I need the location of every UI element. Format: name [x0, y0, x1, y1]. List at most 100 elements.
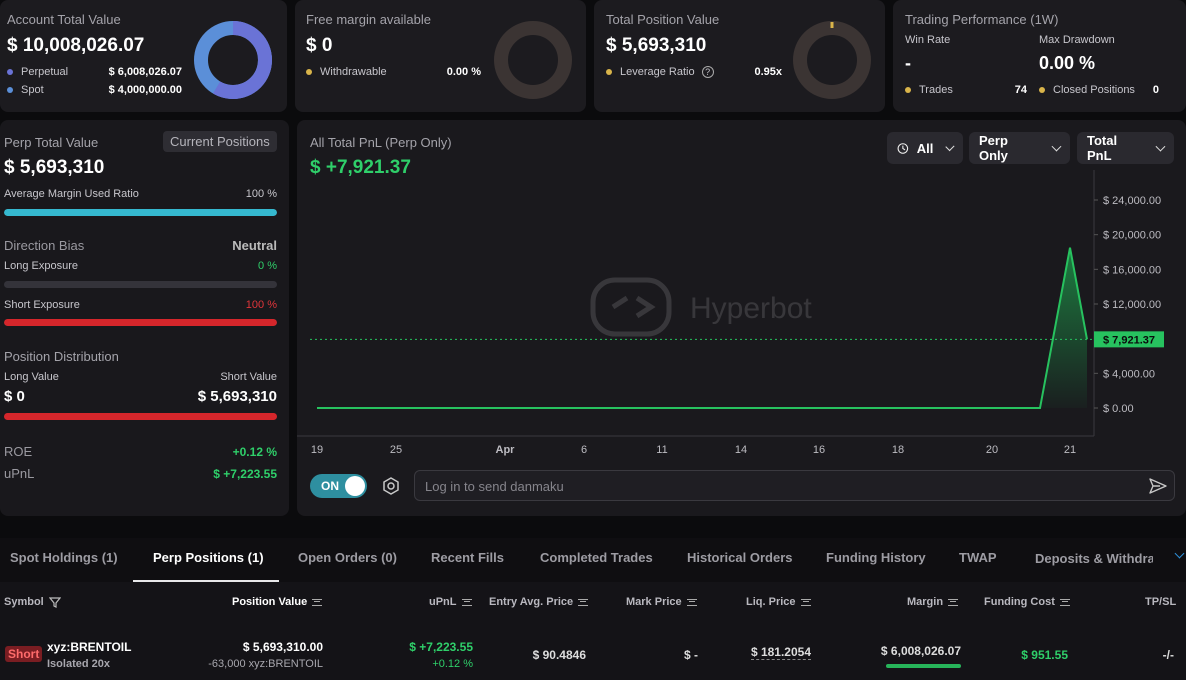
sort-icon[interactable] — [312, 598, 323, 606]
leverage-dot-icon — [606, 69, 612, 76]
pnl-line — [317, 247, 1088, 409]
perpetual-label: Perpetual — [21, 66, 69, 78]
long-exposure-label: Long Exposure — [4, 260, 78, 272]
chevron-down-icon — [1155, 141, 1166, 151]
spot-label: Spot — [21, 84, 44, 96]
avg-margin-bar-fill — [4, 209, 277, 216]
row-tpsl[interactable]: -/- — [1163, 648, 1174, 662]
th-symbol[interactable]: Symbol — [4, 596, 61, 608]
roe-value: +0.12 % — [232, 444, 277, 459]
danmaku-settings-icon[interactable] — [381, 476, 401, 496]
perpetual-row: Perpetual $ 6,008,026.07 — [7, 66, 182, 78]
th-liq-price[interactable]: Liq. Price — [746, 596, 811, 608]
th-funding-label: Funding Cost — [984, 596, 1055, 608]
th-funding-cost[interactable]: Funding Cost — [984, 596, 1070, 608]
th-margin[interactable]: Margin — [907, 596, 959, 608]
pnl-chart-title: All Total PnL (Perp Only) — [310, 135, 452, 150]
th-position-value[interactable]: Position Value — [232, 596, 323, 608]
x-tick-label: Apr — [496, 444, 516, 456]
th-tpsl: TP/SL — [1145, 596, 1176, 608]
row-upnl: $ +7,223.55 — [409, 640, 473, 654]
tab-deposits-withdraw[interactable]: Deposits & Withdraw — [1035, 551, 1153, 566]
avg-margin-row: Average Margin Used Ratio 100 % — [4, 188, 277, 200]
y-tick-label: $ 12,000.00 — [1103, 299, 1161, 311]
x-tick-label: 20 — [986, 444, 998, 456]
closed-dot-icon — [1039, 87, 1045, 94]
danmaku-input[interactable]: Log in to send danmaku — [414, 470, 1175, 501]
position-value-amount: $ 5,693,310 — [606, 35, 707, 56]
x-tick-label: 14 — [735, 444, 747, 456]
spot-value: $ 4,000,000.00 — [108, 84, 182, 96]
tab-recent-fills[interactable]: Recent Fills — [431, 550, 504, 565]
danmaku-toggle-label: ON — [321, 479, 339, 493]
current-value-tag-label: $ 7,921.37 — [1103, 334, 1155, 346]
th-upnl[interactable]: uPnL — [429, 596, 472, 608]
distribution-labels-row: Long Value Short Value — [4, 371, 277, 383]
short-value: $ 5,693,310 — [197, 388, 277, 405]
short-exposure-value: 100 % — [245, 299, 277, 311]
tabs-more-chevron-icon[interactable] — [1174, 548, 1185, 559]
danmaku-toggle[interactable]: ON — [310, 474, 367, 498]
x-tick-label: 18 — [892, 444, 904, 456]
free-margin-title: Free margin available — [306, 12, 432, 27]
short-exposure-bar-fill — [4, 319, 277, 326]
current-positions-button[interactable]: Current Positions — [163, 131, 277, 152]
row-symbol[interactable]: xyz:BRENTOIL — [47, 640, 131, 654]
long-exposure-bar — [4, 281, 277, 288]
tab-perp-positions[interactable]: Perp Positions (1) — [153, 550, 264, 565]
sort-icon[interactable] — [948, 598, 959, 606]
position-value-title: Total Position Value — [606, 12, 720, 27]
perpetual-dot-icon — [7, 69, 13, 76]
direction-label: Direction Bias — [4, 238, 85, 253]
distribution-label: Position Distribution — [4, 349, 119, 364]
perpetual-value: $ 6,008,026.07 — [108, 66, 182, 78]
row-mode: Isolated 20x — [47, 658, 110, 670]
chart-watermark: Hyperbot — [590, 277, 812, 337]
x-tick-label: 21 — [1064, 444, 1076, 456]
scope-dropdown[interactable]: Perp Only — [969, 132, 1070, 164]
tab-completed-trades[interactable]: Completed Trades — [540, 550, 653, 565]
sort-icon[interactable] — [578, 598, 589, 606]
trading-performance-card: Trading Performance (1W) Win Rate - Max … — [893, 0, 1186, 112]
sort-icon[interactable] — [800, 598, 811, 606]
toggle-knob — [345, 476, 365, 496]
filter-icon[interactable] — [48, 596, 61, 608]
performance-title: Trading Performance (1W) — [905, 12, 1059, 27]
th-entry-price[interactable]: Entry Avg. Price — [489, 596, 589, 608]
tab-funding-history[interactable]: Funding History — [826, 550, 926, 565]
roe-label: ROE — [4, 444, 33, 459]
range-dropdown[interactable]: All — [887, 132, 963, 164]
tab-historical-orders[interactable]: Historical Orders — [687, 550, 793, 565]
th-mark-price[interactable]: Mark Price — [626, 596, 697, 608]
sort-icon[interactable] — [1059, 598, 1070, 606]
row-margin[interactable]: $ 6,008,026.07 — [881, 644, 961, 658]
distribution-bar — [4, 413, 277, 420]
help-icon[interactable]: ? — [701, 66, 714, 78]
position-value-card: Total Position Value $ 5,693,310 Leverag… — [594, 0, 885, 112]
x-tick-label: 6 — [581, 444, 587, 456]
direction-row: Direction Bias Neutral — [4, 238, 277, 253]
y-tick-label: $ 24,000.00 — [1103, 195, 1161, 207]
account-total-card: Account Total Value $ 10,008,026.07 Perp… — [0, 0, 287, 112]
max-drawdown-label: Max Drawdown — [1039, 34, 1115, 46]
long-value-label: Long Value — [4, 371, 59, 383]
metric-dropdown[interactable]: Total PnL — [1077, 132, 1174, 164]
table-row[interactable] — [0, 625, 1186, 680]
free-margin-card: Free margin available $ 0 Withdrawable 0… — [295, 0, 586, 112]
tab-deposits-clip: Deposits & Withdraw — [1035, 550, 1153, 568]
send-icon[interactable] — [1148, 476, 1168, 496]
range-dropdown-label: All — [916, 140, 934, 156]
max-drawdown-value: 0.00 % — [1039, 53, 1096, 73]
bottom-tabs: Spot Holdings (1) Perp Positions (1) Ope… — [0, 538, 1186, 582]
chevron-down-icon — [1051, 141, 1062, 151]
tab-twap[interactable]: TWAP — [959, 550, 997, 565]
tab-spot-holdings[interactable]: Spot Holdings (1) — [10, 550, 118, 565]
win-rate-label: Win Rate — [905, 34, 951, 46]
sort-icon[interactable] — [686, 598, 697, 606]
tab-open-orders[interactable]: Open Orders (0) — [298, 550, 397, 565]
sort-icon[interactable] — [461, 598, 472, 606]
row-liq-price: $ 181.2054 — [750, 645, 811, 660]
danmaku-placeholder: Log in to send danmaku — [425, 479, 564, 494]
avg-margin-bar — [4, 209, 277, 216]
trades-row: Trades 74 — [905, 84, 1027, 96]
